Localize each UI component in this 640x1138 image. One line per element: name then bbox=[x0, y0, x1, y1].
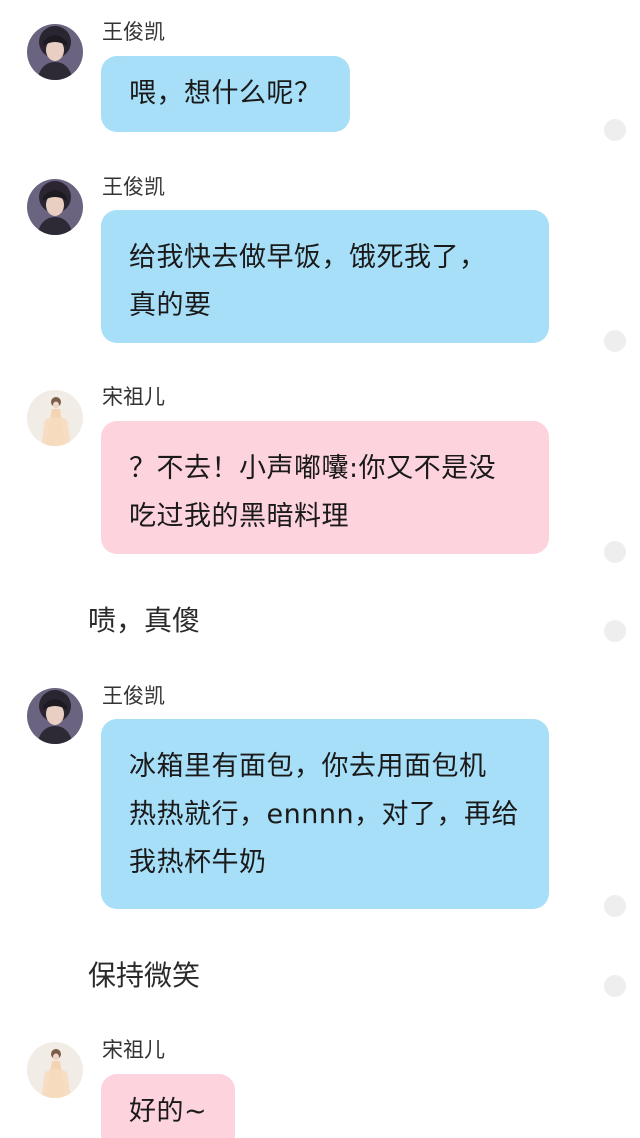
narration-text: 啧，真傻 bbox=[88, 604, 201, 637]
boy-avatar-icon[interactable] bbox=[27, 688, 83, 744]
status-dot-icon bbox=[604, 330, 626, 352]
boy-avatar-icon[interactable] bbox=[27, 179, 83, 235]
message-text-line: 冰箱里有面包，你去用面包机 bbox=[129, 751, 487, 782]
message-bubble[interactable]: 给我快去做早饭，饿死我了， 真的要 bbox=[101, 210, 549, 343]
message-text-line: 真的要 bbox=[129, 290, 212, 321]
sender-name: 王俊凯 bbox=[102, 175, 165, 199]
status-dot-icon bbox=[604, 975, 626, 997]
message-text-line: 热热就行，ennnn，对了，再给 bbox=[129, 799, 520, 830]
status-dot-icon bbox=[604, 620, 626, 642]
message-bubble[interactable]: 好的~ bbox=[101, 1074, 236, 1138]
status-dot-icon bbox=[604, 119, 626, 141]
girl-avatar-icon[interactable] bbox=[27, 390, 83, 446]
message-bubble[interactable]: ？不去！小声嘟囔:你又不是没 吃过我的黑暗料理 bbox=[101, 421, 549, 554]
message-text: 好的~ bbox=[129, 1096, 208, 1127]
message-text-line: ？不去！小声嘟囔:你又不是没 bbox=[129, 453, 497, 484]
status-dot-icon bbox=[604, 541, 626, 563]
sender-name: 王俊凯 bbox=[102, 20, 165, 44]
message-text-line: 给我快去做早饭，饿死我了， bbox=[129, 242, 487, 273]
message-text-line: 吃过我的黑暗料理 bbox=[129, 501, 349, 532]
message-bubble[interactable]: 喂，想什么呢？ bbox=[101, 56, 350, 132]
sender-name: 王俊凯 bbox=[102, 684, 165, 708]
sender-name: 宋祖儿 bbox=[102, 1038, 165, 1062]
chat-thread: 王俊凯 喂，想什么呢？ 王俊凯 给我快去做早饭，饿死我了， 真的要 宋祖儿 ？不… bbox=[0, 0, 640, 1138]
girl-avatar-icon[interactable] bbox=[27, 1042, 83, 1098]
status-dot-icon bbox=[604, 895, 626, 917]
message-text-line: 我热杯牛奶 bbox=[129, 847, 267, 878]
message-text: 喂，想什么呢？ bbox=[129, 78, 322, 109]
message-bubble[interactable]: 冰箱里有面包，你去用面包机 热热就行，ennnn，对了，再给 我热杯牛奶 bbox=[101, 719, 549, 909]
boy-avatar-icon[interactable] bbox=[27, 24, 83, 80]
sender-name: 宋祖儿 bbox=[102, 385, 165, 409]
narration-text: 保持微笑 bbox=[88, 959, 201, 992]
